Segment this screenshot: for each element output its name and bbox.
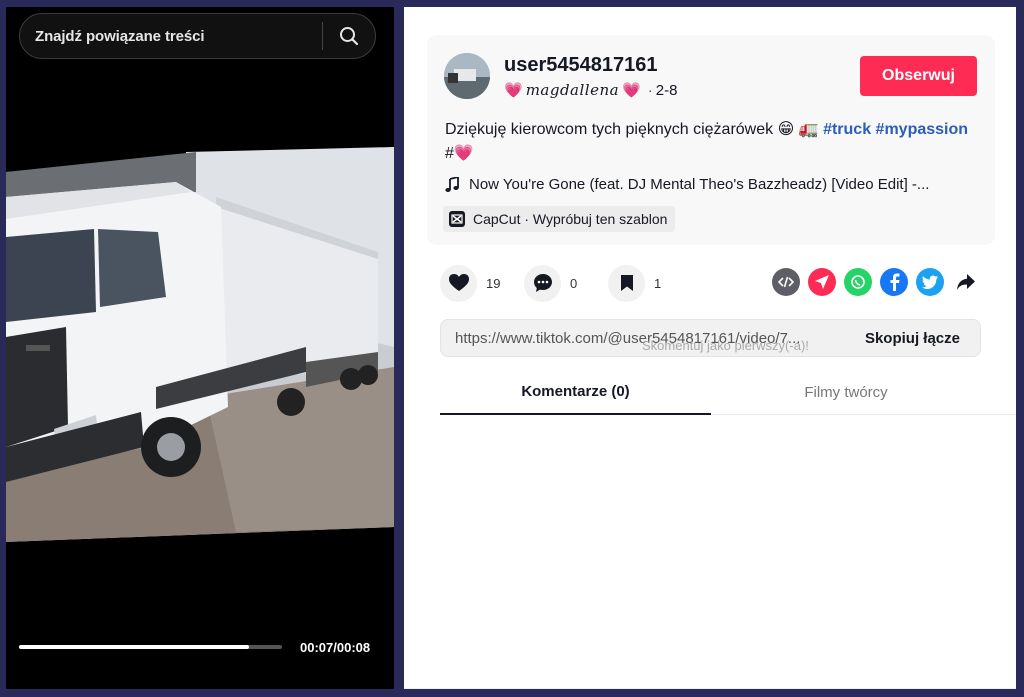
avatar-image — [444, 53, 490, 99]
comment-icon-wrap — [524, 264, 561, 302]
comment-icon — [533, 274, 552, 292]
bottom-divider — [404, 688, 1016, 689]
video-link-box: https://www.tiktok.com/@user5454817161/v… — [440, 319, 981, 357]
heart-icon: 💗 — [504, 82, 523, 99]
separator-dot: · — [647, 81, 653, 99]
capcut-label: CapCut · Wypróbuj ten szablon — [473, 211, 668, 227]
tabs: Komentarze (0) Filmy twórcy — [440, 369, 1016, 415]
comment-button[interactable]: 0 — [524, 264, 586, 302]
action-bar: 19 0 1 — [440, 264, 692, 302]
like-button[interactable]: 19 — [440, 264, 502, 302]
author-username[interactable]: user5454817161 — [504, 54, 657, 77]
search-input[interactable]: Znajdź powiązane treści — [20, 28, 322, 45]
heart-icon: 💗 — [453, 145, 474, 162]
tab-creator-videos[interactable]: Filmy twórcy — [711, 369, 981, 415]
search-button[interactable] — [323, 14, 375, 58]
avatar[interactable] — [444, 53, 490, 99]
facebook-icon[interactable] — [880, 268, 908, 296]
bookmark-icon — [620, 275, 633, 291]
capcut-icon — [449, 211, 465, 227]
video-frame[interactable] — [6, 147, 394, 542]
share-row — [772, 268, 980, 296]
music-info[interactable]: Now You're Gone (feat. DJ Mental Theo's … — [445, 176, 975, 193]
post-date: 2-8 — [655, 81, 678, 99]
comment-count: 0 — [570, 275, 578, 291]
description-tail: # — [445, 145, 454, 162]
details-panel: user5454817161 💗 magdallena 💗 · 2-8 Obse… — [404, 7, 1016, 689]
like-icon-wrap — [440, 264, 477, 302]
save-count: 1 — [654, 275, 662, 291]
send-icon[interactable] — [808, 268, 836, 296]
share-arrow-icon[interactable] — [952, 268, 980, 296]
video-panel[interactable]: Znajdź powiązane treści 00:07/00:08 — [6, 7, 394, 689]
tab-comments[interactable]: Komentarze (0) — [440, 369, 711, 415]
search-box[interactable]: Znajdź powiązane treści — [19, 13, 376, 59]
video-description: Dziękuję kierowcom tych pięknych ciężaró… — [445, 118, 975, 166]
heart-icon — [448, 274, 469, 291]
video-time: 00:07/00:08 — [300, 640, 371, 655]
follow-button[interactable]: Obserwuj — [860, 56, 977, 96]
copy-link-button[interactable]: Skopiuj łącze — [855, 330, 980, 347]
description-text: Dziękuję kierowcom tych pięknych ciężaró… — [445, 121, 824, 138]
video-link-url[interactable]: https://www.tiktok.com/@user5454817161/v… — [441, 330, 855, 347]
author-nickname: magdallena — [525, 81, 620, 99]
music-title[interactable]: Now You're Gone (feat. DJ Mental Theo's … — [469, 176, 929, 193]
like-count: 19 — [486, 275, 501, 291]
save-icon-wrap — [608, 264, 645, 302]
music-note-icon — [445, 176, 459, 192]
whatsapp-icon[interactable] — [844, 268, 872, 296]
heart-icon: 💗 — [622, 82, 641, 99]
video-info-card: user5454817161 💗 magdallena 💗 · 2-8 Obse… — [427, 35, 995, 245]
capcut-template-link[interactable]: CapCut · Wypróbuj ten szablon — [443, 206, 676, 232]
hashtag-mypassion[interactable]: #mypassion — [876, 121, 968, 138]
video-progress-fill — [19, 645, 250, 649]
hashtag-truck[interactable]: #truck — [823, 121, 871, 138]
embed-icon[interactable] — [772, 268, 800, 296]
author-subline: 💗 magdallena 💗 · 2-8 — [504, 81, 677, 99]
save-button[interactable]: 1 — [608, 264, 670, 302]
search-icon — [340, 27, 359, 46]
twitter-icon[interactable] — [916, 268, 944, 296]
video-progress-bar[interactable] — [19, 645, 282, 649]
